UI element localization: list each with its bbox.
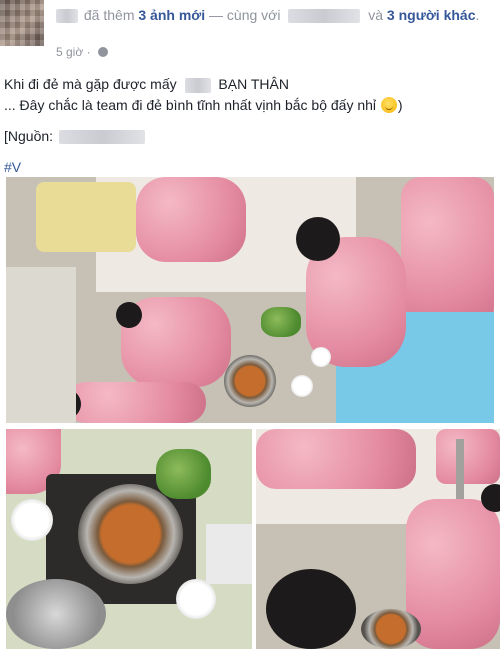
post-line-2-end: ) <box>397 97 403 113</box>
post-line-1-b: BẠN THÂN <box>218 76 289 92</box>
woman-standing-3 <box>436 429 500 484</box>
hashtag-link[interactable]: #V <box>4 159 21 175</box>
redacted-word <box>184 77 211 93</box>
post-source: [Nguồn: <box>4 126 494 147</box>
post-headline: đã thêm 3 ảnh mới — cùng với và 3 người … <box>56 6 492 25</box>
pillow <box>36 182 136 252</box>
photo-1[interactable] <box>6 177 494 423</box>
others-link[interactable]: 3 người khác <box>387 7 476 23</box>
dot-separator: · <box>86 45 91 59</box>
headline-with: — cùng với <box>209 7 281 23</box>
vegetables <box>261 307 301 337</box>
hair <box>296 217 340 261</box>
post-body: Khi đi đẻ mà gặp được mấy BẠN THÂN ... Đ… <box>4 74 494 178</box>
source-redacted <box>58 130 145 145</box>
pot-lid <box>6 579 106 649</box>
plate <box>291 375 313 397</box>
post-line-1: Khi đi đẻ mà gặp được mấy BẠN THÂN <box>4 74 494 95</box>
photo-3[interactable] <box>256 429 500 649</box>
photo-grid <box>0 177 500 649</box>
tagged-name-redacted[interactable] <box>288 9 361 24</box>
timestamp[interactable]: 5 giờ <box>56 45 83 59</box>
plate-b <box>176 579 216 619</box>
source-label: [Nguồn: <box>4 128 54 144</box>
post-line-2-text: ... Đây chắc là team đi đẻ bình tĩnh nhấ… <box>4 97 377 113</box>
greens-close <box>156 449 211 499</box>
headline-and: và <box>368 7 384 23</box>
post-meta: 5 giờ · <box>56 45 108 59</box>
hotpot <box>224 355 276 407</box>
hair-2 <box>116 302 142 328</box>
headline-action: đã thêm <box>83 7 135 23</box>
post-hashtag-line: #V <box>4 157 494 178</box>
post-line-2: ... Đây chắc là team đi đẻ bình tĩnh nhấ… <box>4 95 494 116</box>
standing-woman <box>401 177 494 327</box>
author-name-redacted[interactable] <box>56 9 78 24</box>
newspaper <box>206 524 252 584</box>
hotpot-close <box>78 484 183 584</box>
post-line-1-a: Khi đi đẻ mà gặp được mấy <box>4 76 177 92</box>
globe-icon[interactable] <box>97 47 108 57</box>
photos-link[interactable]: 3 ảnh mới <box>138 7 205 23</box>
hair-5 <box>266 569 356 649</box>
photo-2[interactable] <box>6 429 252 649</box>
woman-bed-3 <box>256 429 416 489</box>
smile-emoji-icon <box>380 97 397 113</box>
post-header: đã thêm 3 ảnh mới — cùng với và 3 người … <box>0 0 500 64</box>
headline-end: . <box>475 7 480 23</box>
author-avatar[interactable] <box>0 0 44 46</box>
hotpot-3 <box>361 609 421 649</box>
plate-a <box>11 499 53 541</box>
plate-2 <box>311 347 331 367</box>
woman-floor-2 <box>66 382 206 423</box>
cabinet <box>6 267 76 423</box>
woman-on-bed <box>136 177 246 262</box>
